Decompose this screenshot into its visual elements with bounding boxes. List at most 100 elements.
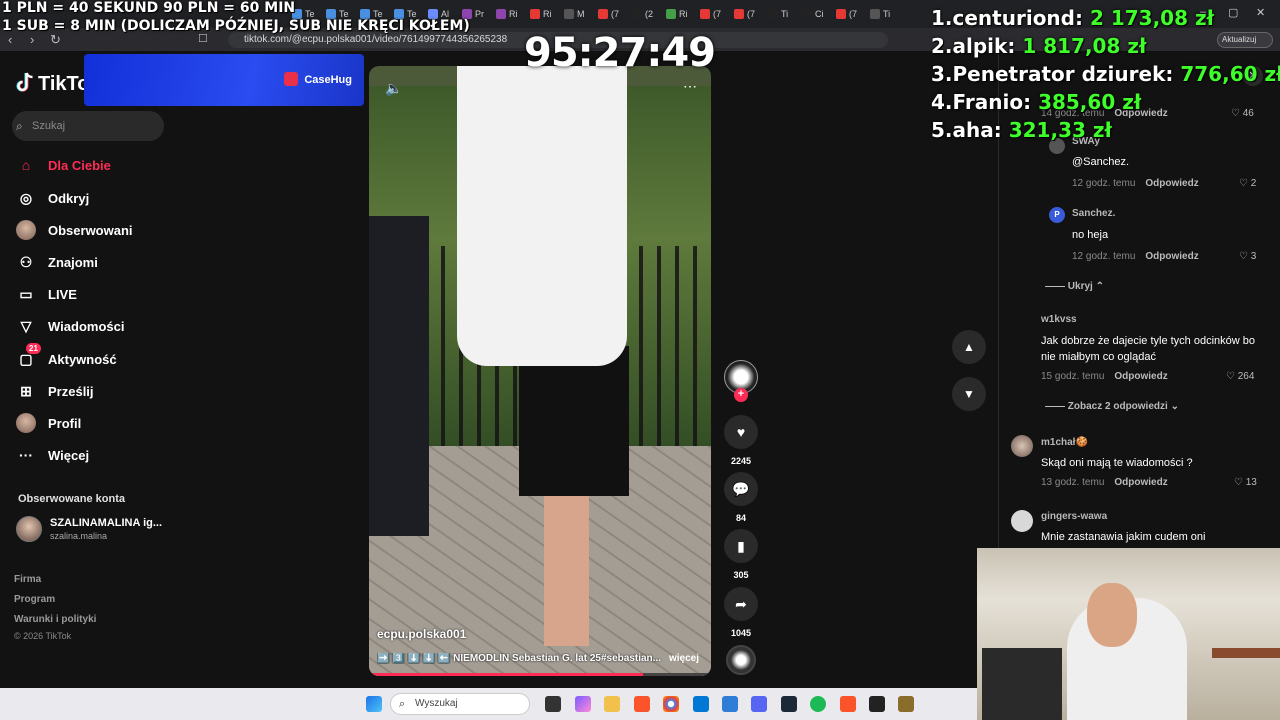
copilot-icon[interactable]: [575, 696, 591, 712]
sidebar-item-following-avatar[interactable]: Obserwowani: [16, 218, 133, 242]
notification-badge: 21: [26, 343, 41, 354]
mute-icon[interactable]: 🔈: [385, 80, 402, 97]
video-player[interactable]: 🔈 ⋯ ecpu.polska001 ➡️ 3️⃣ ⬇️ ⬇️ ⬅️ NIEMO…: [369, 66, 711, 676]
sidebar-item-friends[interactable]: ⚇ Znajomi: [16, 250, 98, 274]
comment-avatar[interactable]: [1011, 435, 1033, 457]
browser-tab[interactable]: (2: [632, 6, 664, 22]
comment-user[interactable]: gingers-wawa: [1041, 511, 1107, 522]
browser-tab[interactable]: Ri: [666, 6, 698, 22]
brave-beta-icon[interactable]: [840, 696, 856, 712]
video-progress-bar[interactable]: [369, 673, 711, 676]
sidebar-item-activity[interactable]: ▢ 21 Aktywność: [16, 343, 117, 371]
video-progress-fill: [369, 673, 643, 676]
reply-button[interactable]: Odpowiedz: [1114, 371, 1167, 382]
taskbar-search-input[interactable]: ⌕ Wyszukaj: [390, 693, 530, 715]
spotify-icon[interactable]: [810, 696, 826, 712]
sidebar-item-label: LIVE: [48, 286, 77, 302]
like-count: 2245: [730, 456, 752, 466]
browser-tab[interactable]: (7: [598, 6, 630, 22]
heart-icon[interactable]: ♥: [724, 415, 758, 449]
forward-icon[interactable]: ›: [30, 32, 34, 47]
avatar: [16, 413, 36, 433]
caption-more-link[interactable]: więcej: [669, 653, 699, 664]
comment-like[interactable]: ♡ 264: [1226, 371, 1254, 382]
chrome-icon[interactable]: [663, 696, 679, 712]
browser-tab[interactable]: Ri: [496, 6, 528, 22]
browser-tab[interactable]: (7: [700, 6, 732, 22]
view-replies-button[interactable]: —— Zobacz 2 odpowiedzi ⌄: [1045, 401, 1179, 412]
music-disc-icon[interactable]: [726, 645, 756, 675]
sidebar-item-home[interactable]: ⌂ Dla Ciebie: [16, 153, 111, 177]
comment-user[interactable]: Sanchez.: [1072, 208, 1115, 219]
comment-like[interactable]: ♡ 13: [1234, 477, 1257, 488]
reply-button[interactable]: Odpowiedz: [1145, 178, 1198, 189]
share-action[interactable]: ➦ 1045: [724, 587, 758, 638]
leaderboard-row: 1.centuriond: 2 173,08 zł: [931, 6, 1280, 34]
comment-avatar[interactable]: P: [1049, 207, 1065, 223]
comment-icon[interactable]: 💬: [724, 472, 758, 506]
sidebar-item-compass[interactable]: ◎ Odkryj: [16, 186, 89, 210]
tab-favicon-icon: [836, 9, 846, 19]
browser-tab[interactable]: M: [564, 6, 596, 22]
casehug-cube-icon: [284, 72, 299, 86]
footer-link-terms[interactable]: Warunki i polityki: [14, 614, 96, 625]
browser-tab[interactable]: Ti: [870, 6, 902, 22]
discord-icon[interactable]: [751, 696, 767, 712]
copyright: © 2026 TikTok: [14, 631, 72, 641]
sidebar-item-profile-avatar[interactable]: Profil: [16, 411, 81, 435]
tab-label: (7: [849, 9, 858, 19]
sidebar-item-upload[interactable]: ⊞ Prześlij: [16, 379, 94, 403]
webcam-table: [1212, 648, 1280, 658]
bookmark-save-icon[interactable]: ▮: [724, 529, 758, 563]
back-icon[interactable]: ‹: [8, 32, 12, 47]
casehug-text: CaseHug: [304, 74, 352, 86]
followed-account-item[interactable]: SZALINAMALINA ig... szalina.malina: [16, 516, 162, 542]
notepad-icon[interactable]: [722, 696, 738, 712]
sidebar-item-live-tv[interactable]: ▭ LIVE: [16, 282, 77, 306]
footer-link-program[interactable]: Program: [14, 594, 55, 605]
reload-icon[interactable]: ↻: [50, 32, 61, 48]
comment-user[interactable]: w1kvss: [1041, 314, 1077, 325]
start-icon[interactable]: [366, 696, 382, 712]
comment-action[interactable]: 💬 84: [724, 472, 758, 523]
casehug-logo: CaseHug: [284, 72, 352, 86]
comment-like[interactable]: ♡ 3: [1239, 251, 1256, 262]
comment-like[interactable]: ♡ 2: [1239, 178, 1256, 189]
sidebar-item-label: Prześlij: [48, 383, 94, 399]
search-input[interactable]: ⌕ Szukaj: [12, 111, 164, 141]
hide-replies-button[interactable]: —— Ukryj ⌃: [1045, 281, 1104, 292]
sidebar-item-more-dots[interactable]: ··· Więcej: [16, 443, 89, 467]
more-options-icon[interactable]: ⋯: [683, 78, 697, 95]
steam-icon[interactable]: [781, 696, 797, 712]
reply-button[interactable]: Odpowiedz: [1145, 251, 1198, 262]
previous-video-chevron-up-icon[interactable]: ▲: [952, 330, 986, 364]
like-action[interactable]: ♥ 2245: [724, 415, 758, 466]
brave-icon[interactable]: [634, 696, 650, 712]
app-icon[interactable]: [898, 696, 914, 712]
browser-tab[interactable]: Ci: [802, 6, 834, 22]
video-author[interactable]: ecpu.polska001: [377, 627, 466, 641]
save-action[interactable]: ▮ 305: [724, 529, 758, 580]
next-video-chevron-down-icon[interactable]: ▼: [952, 377, 986, 411]
comment-user[interactable]: m1chał🍪: [1041, 437, 1088, 448]
leaderboard-amount: 2 173,08 zł: [1089, 6, 1215, 30]
share-icon[interactable]: ➦: [724, 587, 758, 621]
sidebar-item-messages[interactable]: ▽ Wiadomości: [16, 314, 125, 338]
store-icon[interactable]: [693, 696, 709, 712]
obs-icon[interactable]: [869, 696, 885, 712]
friends-icon: ⚇: [19, 253, 33, 270]
tab-label: (7: [747, 9, 756, 19]
task-view-icon[interactable]: [545, 696, 561, 712]
file-explorer-icon[interactable]: [604, 696, 620, 712]
reply-button[interactable]: Odpowiedz: [1114, 477, 1167, 488]
comment-avatar[interactable]: [1011, 510, 1033, 532]
browser-tab[interactable]: Ri: [530, 6, 562, 22]
leaderboard-rank: 4.: [931, 90, 953, 114]
messages-icon: ▽: [20, 317, 32, 334]
browser-tab[interactable]: Ti: [768, 6, 800, 22]
follow-plus-icon[interactable]: +: [734, 388, 748, 402]
footer-link-company[interactable]: Firma: [14, 574, 41, 585]
casehug-ad-banner[interactable]: CaseHug: [84, 54, 364, 106]
browser-tab[interactable]: (7: [734, 6, 766, 22]
browser-tab[interactable]: (7: [836, 6, 868, 22]
